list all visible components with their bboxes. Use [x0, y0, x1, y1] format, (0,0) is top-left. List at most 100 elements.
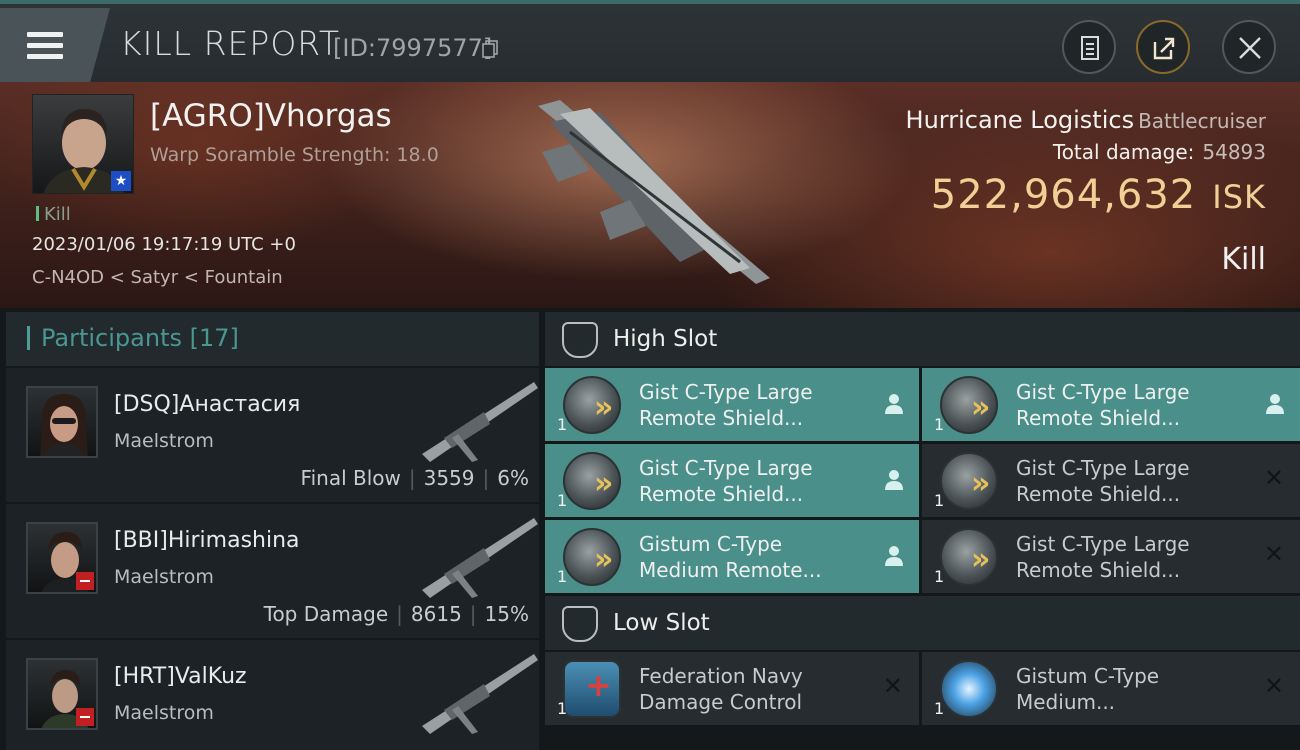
module-name: Gist C-Type Large Remote Shield... — [1016, 532, 1190, 582]
module-item[interactable]: 1 Gistum C-TypeMedium Remote... — [545, 520, 919, 593]
participant-role: Top Damage — [263, 602, 389, 626]
module-item[interactable]: 1 Federation NavyDamage Control ✕ — [545, 652, 919, 725]
module-name: Gist C-Type Large Remote Shield... — [1016, 380, 1190, 430]
module-quantity: 1 — [934, 699, 945, 718]
victim-attribute: Warp Soramble Strength: 18.0 — [150, 144, 439, 166]
module-quantity: 1 — [934, 491, 945, 510]
high-slot-label: High Slot — [613, 326, 718, 352]
security-status-icon — [76, 708, 94, 726]
participants-label: Participants [17] — [41, 324, 239, 352]
participant-ship-image — [422, 382, 538, 462]
module-name: Gistum C-Type Medium... — [1016, 664, 1160, 714]
isk-unit: ISK — [1212, 178, 1266, 216]
shield-booster-icon — [563, 452, 621, 510]
participant-row[interactable]: [BBI]Hirimashina Maelstrom Top Damage | 86… — [6, 502, 539, 638]
copy-icon[interactable] — [482, 40, 498, 58]
module-quantity: 1 — [557, 567, 568, 586]
participant-avatar[interactable] — [26, 522, 98, 594]
pilot-icon — [885, 394, 903, 414]
module-quantity: 1 — [557, 699, 568, 718]
victim-avatar[interactable]: ★ — [32, 94, 134, 194]
security-status-icon — [76, 572, 94, 590]
kill-location[interactable]: C-N4OD < Satyr < Fountain — [32, 267, 283, 288]
module-name: Gist C-Type Large Remote Shield... — [639, 456, 813, 506]
module-item[interactable]: 1 Gist C-Type LargeRemote Shield... — [545, 444, 919, 517]
module-quantity: 1 — [557, 491, 568, 510]
low-slot-grid: 1 Federation NavyDamage Control ✕ 1 Gist… — [545, 652, 1300, 725]
share-button[interactable] — [1136, 20, 1190, 74]
module-item[interactable]: 1 Gist C-Type LargeRemote Shield... ✕ — [922, 444, 1300, 517]
x-icon: ✕ — [1263, 464, 1284, 492]
victim-panel: ★ [AGRO]Vhorgas Warp Soramble Strength: … — [0, 82, 1300, 308]
clipboard-icon — [1081, 36, 1099, 60]
slot-icon — [562, 606, 598, 642]
x-icon: ✕ — [1263, 540, 1284, 568]
victim-name[interactable]: [AGRO]Vhorgas — [150, 98, 392, 134]
participant-avatar[interactable] — [26, 386, 98, 458]
module-name: Gist C-Type Large Remote Shield... — [1016, 456, 1190, 506]
pilot-icon — [885, 470, 903, 490]
participant-role: Final Blow — [300, 466, 401, 490]
pilot-icon — [1266, 394, 1284, 414]
participant-name[interactable]: [HRT]ValKuz — [114, 664, 247, 689]
x-icon: ✕ — [1263, 672, 1284, 700]
victim-ship-image — [538, 100, 770, 284]
module-quantity: 1 — [934, 415, 945, 434]
clipboard-button[interactable] — [1062, 20, 1116, 74]
shield-booster-icon — [563, 528, 621, 586]
close-button[interactable] — [1222, 20, 1276, 74]
slot-icon — [562, 322, 598, 358]
high-slot-grid: 1 Gist C-Type LargeRemote Shield... 1 Gi… — [545, 368, 1300, 593]
menu-icon — [27, 32, 63, 60]
top-bar: KILL REPORT [ID:7997577] — [0, 0, 1300, 82]
module-item[interactable]: 1 Gist C-Type LargeRemote Shield... ✕ — [922, 520, 1300, 593]
participant-stats: Top Damage | 8615 | 15% — [263, 602, 529, 626]
participant-percent: 6% — [497, 466, 529, 490]
module-item[interactable]: 1 Gist C-Type LargeRemote Shield... — [922, 368, 1300, 441]
shield-booster-icon — [940, 452, 998, 510]
participant-row[interactable]: [DSQ]Анастасия Maelstrom Final Blow | 3559… — [6, 366, 539, 502]
participant-portrait-image — [40, 394, 88, 456]
shield-booster-icon — [563, 376, 621, 434]
participant-stats: Final Blow | 3559 | 6% — [300, 466, 529, 490]
participant-ship: Maelstrom — [114, 702, 214, 724]
participants-header: Participants [17] — [6, 312, 539, 366]
participant-ship: Maelstrom — [114, 430, 214, 452]
participant-ship: Maelstrom — [114, 566, 214, 588]
page-title: KILL REPORT — [120, 24, 340, 63]
total-damage: Total damage: 54893 — [1053, 140, 1266, 164]
high-slot-header: High Slot — [545, 312, 1300, 366]
participant-name[interactable]: [DSQ]Анастасия — [114, 392, 300, 417]
pilot-icon — [885, 546, 903, 566]
fitting-panel: High Slot 1 Gist C-Type LargeRemote Shie… — [545, 312, 1300, 750]
shield-booster-icon — [940, 376, 998, 434]
participant-avatar[interactable] — [26, 658, 98, 730]
ship-name-text: Hurricane Logistics — [905, 106, 1135, 134]
share-icon — [1153, 37, 1175, 60]
isk-amount: 522,964,632 — [930, 172, 1197, 218]
participant-percent: 15% — [484, 602, 529, 626]
star-badge-icon: ★ — [111, 171, 131, 191]
module-item[interactable]: 1 Gistum C-Type Medium... ✕ — [922, 652, 1300, 725]
module-item[interactable]: 1 Gist C-Type LargeRemote Shield... — [545, 368, 919, 441]
module-name: Gist C-Type Large Remote Shield... — [639, 380, 813, 430]
module-quantity: 1 — [934, 567, 945, 586]
participants-count: [17] — [189, 324, 239, 352]
low-slot-label: Low Slot — [613, 610, 710, 636]
damage-control-icon — [563, 660, 621, 718]
damage-label: Total damage: — [1052, 140, 1195, 164]
ship-name[interactable]: Hurricane Logistics Battlecruiser — [906, 106, 1266, 134]
report-id: [ID:7997577] — [333, 34, 493, 62]
module-name: Gistum C-Type Medium Remote... — [639, 532, 822, 582]
participant-damage: 3559 — [423, 466, 475, 490]
capacitor-module-icon — [940, 660, 998, 718]
participant-name[interactable]: [BBI]Hirimashina — [114, 528, 300, 553]
module-name: Federation Navy Damage Control — [639, 664, 803, 714]
participant-row[interactable]: [HRT]ValKuz Maelstrom — [6, 638, 539, 750]
kill-result: Kill — [1221, 242, 1266, 277]
close-icon — [1239, 37, 1261, 59]
shield-booster-icon — [940, 528, 998, 586]
menu-button[interactable] — [0, 8, 110, 82]
isk-value: 522,964,632 ISK — [931, 172, 1266, 218]
participant-ship-image — [422, 654, 538, 734]
